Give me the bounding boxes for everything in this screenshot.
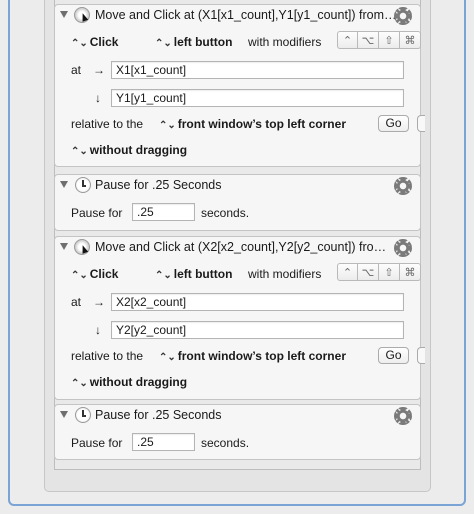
gear-icon[interactable] — [394, 177, 412, 195]
shift-key-toggle[interactable]: ⇧ — [379, 263, 400, 281]
popup-arrows-icon: ⌃⌄ — [159, 120, 176, 131]
action-title: Move and Click at (X2[x2_count],Y2[y2_co… — [95, 240, 387, 254]
drag-mode-popup[interactable]: ⌃⌄ without dragging — [71, 375, 187, 389]
action-move-click-1[interactable]: Move and Click at (X1[x1_count],Y1[y1_co… — [54, 4, 425, 167]
seconds-label: seconds. — [201, 206, 250, 220]
y-coordinate-field[interactable]: Y2[y2_count] — [111, 321, 404, 339]
y-coordinate-field[interactable]: Y1[y1_count] — [111, 89, 404, 107]
x-coordinate-field[interactable]: X2[x2_count] — [111, 293, 404, 311]
clock-icon — [75, 177, 91, 193]
popup-arrows-icon: ⌃⌄ — [71, 146, 88, 157]
modifiers-label: with modifiers — [248, 35, 322, 49]
option-key-toggle[interactable]: ⌥ — [358, 31, 379, 49]
shift-key-toggle[interactable]: ⇧ — [379, 31, 400, 49]
relative-to-popup[interactable]: ⌃⌄ front window’s top left corner — [159, 117, 346, 131]
action-header: Pause for .25 Seconds — [55, 405, 420, 427]
go-button[interactable]: Go — [378, 347, 409, 364]
disclosure-triangle-icon[interactable] — [60, 181, 68, 188]
down-arrow-icon: ↓ — [95, 323, 101, 337]
action-pause-2[interactable]: Pause for .25 Seconds Pause for .25 seco… — [54, 404, 421, 460]
get-button[interactable] — [417, 347, 425, 364]
disclosure-triangle-icon[interactable] — [60, 411, 68, 418]
gear-icon[interactable] — [394, 7, 412, 25]
right-arrow-icon: → — [93, 295, 105, 309]
pause-duration-field[interactable]: .25 — [132, 433, 195, 451]
modifier-keys: ⌃ ⌥ ⇧ ⌘ — [337, 263, 421, 281]
drag-mode-popup[interactable]: ⌃⌄ without dragging — [71, 143, 187, 157]
modifiers-label: with modifiers — [248, 267, 322, 281]
at-label: at — [71, 295, 82, 309]
command-key-toggle[interactable]: ⌘ — [400, 31, 421, 49]
popup-arrows-icon: ⌃⌄ — [71, 270, 88, 281]
go-button[interactable]: Go — [378, 115, 409, 132]
popup-arrows-icon: ⌃⌄ — [71, 38, 88, 49]
relative-to-popup[interactable]: ⌃⌄ front window’s top left corner — [159, 349, 346, 363]
disclosure-triangle-icon[interactable] — [60, 11, 68, 18]
action-header: Move and Click at (X1[x1_count],Y1[y1_co… — [55, 5, 420, 27]
pause-label: Pause for — [71, 206, 123, 220]
action-move-click-2[interactable]: Move and Click at (X2[x2_count],Y2[y2_co… — [54, 236, 425, 400]
clock-icon — [75, 407, 91, 423]
popup-arrows-icon: ⌃⌄ — [71, 378, 88, 389]
gear-icon[interactable] — [394, 407, 412, 425]
mouse-click-icon — [74, 7, 90, 23]
relative-label: relative to the — [71, 117, 144, 131]
control-key-toggle[interactable]: ⌃ — [337, 31, 358, 49]
x-coordinate-field[interactable]: X1[x1_count] — [111, 61, 404, 79]
option-key-toggle[interactable]: ⌥ — [358, 263, 379, 281]
seconds-label: seconds. — [201, 436, 250, 450]
at-label: at — [71, 63, 82, 77]
popup-arrows-icon: ⌃⌄ — [159, 352, 176, 363]
command-key-toggle[interactable]: ⌘ — [400, 263, 421, 281]
mouse-click-icon — [74, 239, 90, 255]
relative-label: relative to the — [71, 349, 144, 363]
get-button[interactable] — [417, 115, 425, 132]
click-type-popup[interactable]: ⌃⌄ Click — [71, 267, 118, 281]
action-title: Move and Click at (X1[x1_count],Y1[y1_co… — [95, 8, 397, 22]
pause-label: Pause for — [71, 436, 123, 450]
action-pause-1[interactable]: Pause for .25 Seconds Pause for .25 seco… — [54, 174, 421, 231]
right-arrow-icon: → — [93, 63, 105, 77]
gear-icon[interactable] — [394, 239, 412, 257]
control-key-toggle[interactable]: ⌃ — [337, 263, 358, 281]
mouse-button-popup[interactable]: ⌃⌄ left button — [155, 35, 232, 49]
action-header: Move and Click at (X2[x2_count],Y2[y2_co… — [55, 237, 420, 259]
click-type-popup[interactable]: ⌃⌄ Click — [71, 35, 118, 49]
modifier-keys: ⌃ ⌥ ⇧ ⌘ — [337, 31, 421, 49]
action-header: Pause for .25 Seconds — [55, 175, 420, 197]
mouse-button-popup[interactable]: ⌃⌄ left button — [155, 267, 232, 281]
pause-duration-field[interactable]: .25 — [132, 203, 195, 221]
popup-arrows-icon: ⌃⌄ — [155, 38, 172, 49]
action-title: Pause for .25 Seconds — [95, 178, 222, 192]
action-title: Pause for .25 Seconds — [95, 408, 222, 422]
disclosure-triangle-icon[interactable] — [60, 243, 68, 250]
popup-arrows-icon: ⌃⌄ — [155, 270, 172, 281]
down-arrow-icon: ↓ — [95, 91, 101, 105]
